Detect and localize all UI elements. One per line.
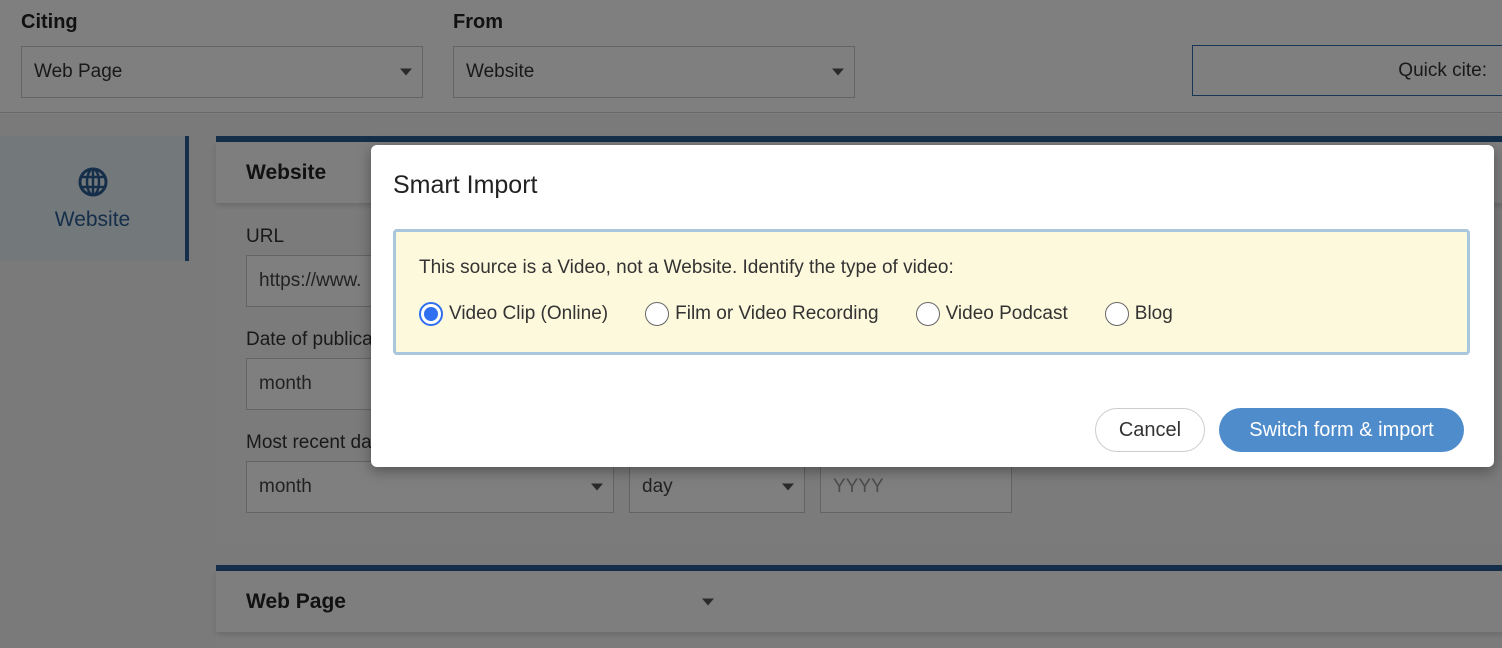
dialog-title: Smart Import	[393, 171, 538, 199]
radio-button-checked[interactable]	[419, 302, 443, 326]
cancel-button[interactable]: Cancel	[1095, 408, 1205, 452]
radio-film-or-video-recording[interactable]: Film or Video Recording	[645, 302, 879, 326]
radio-blog[interactable]: Blog	[1104, 302, 1173, 326]
notice-text: This source is a Video, not a Website. I…	[419, 257, 954, 278]
radio-button[interactable]	[1104, 302, 1129, 326]
radio-label: Film or Video Recording	[675, 303, 879, 324]
source-type-notice: This source is a Video, not a Website. I…	[393, 229, 1470, 355]
radio-button[interactable]	[645, 302, 670, 326]
radio-button[interactable]	[915, 302, 940, 326]
switch-form-import-button[interactable]: Switch form & import	[1219, 408, 1464, 452]
radio-video-podcast[interactable]: Video Podcast	[915, 302, 1068, 326]
radio-label: Video Clip (Online)	[449, 303, 609, 324]
radio-label: Blog	[1134, 303, 1173, 324]
video-type-radio-group: Video Clip (Online) Film or Video Record…	[419, 302, 1210, 326]
radio-label: Video Podcast	[945, 303, 1068, 324]
smart-import-dialog: Smart Import This source is a Video, not…	[371, 145, 1494, 467]
radio-video-clip-online[interactable]: Video Clip (Online)	[419, 302, 608, 326]
